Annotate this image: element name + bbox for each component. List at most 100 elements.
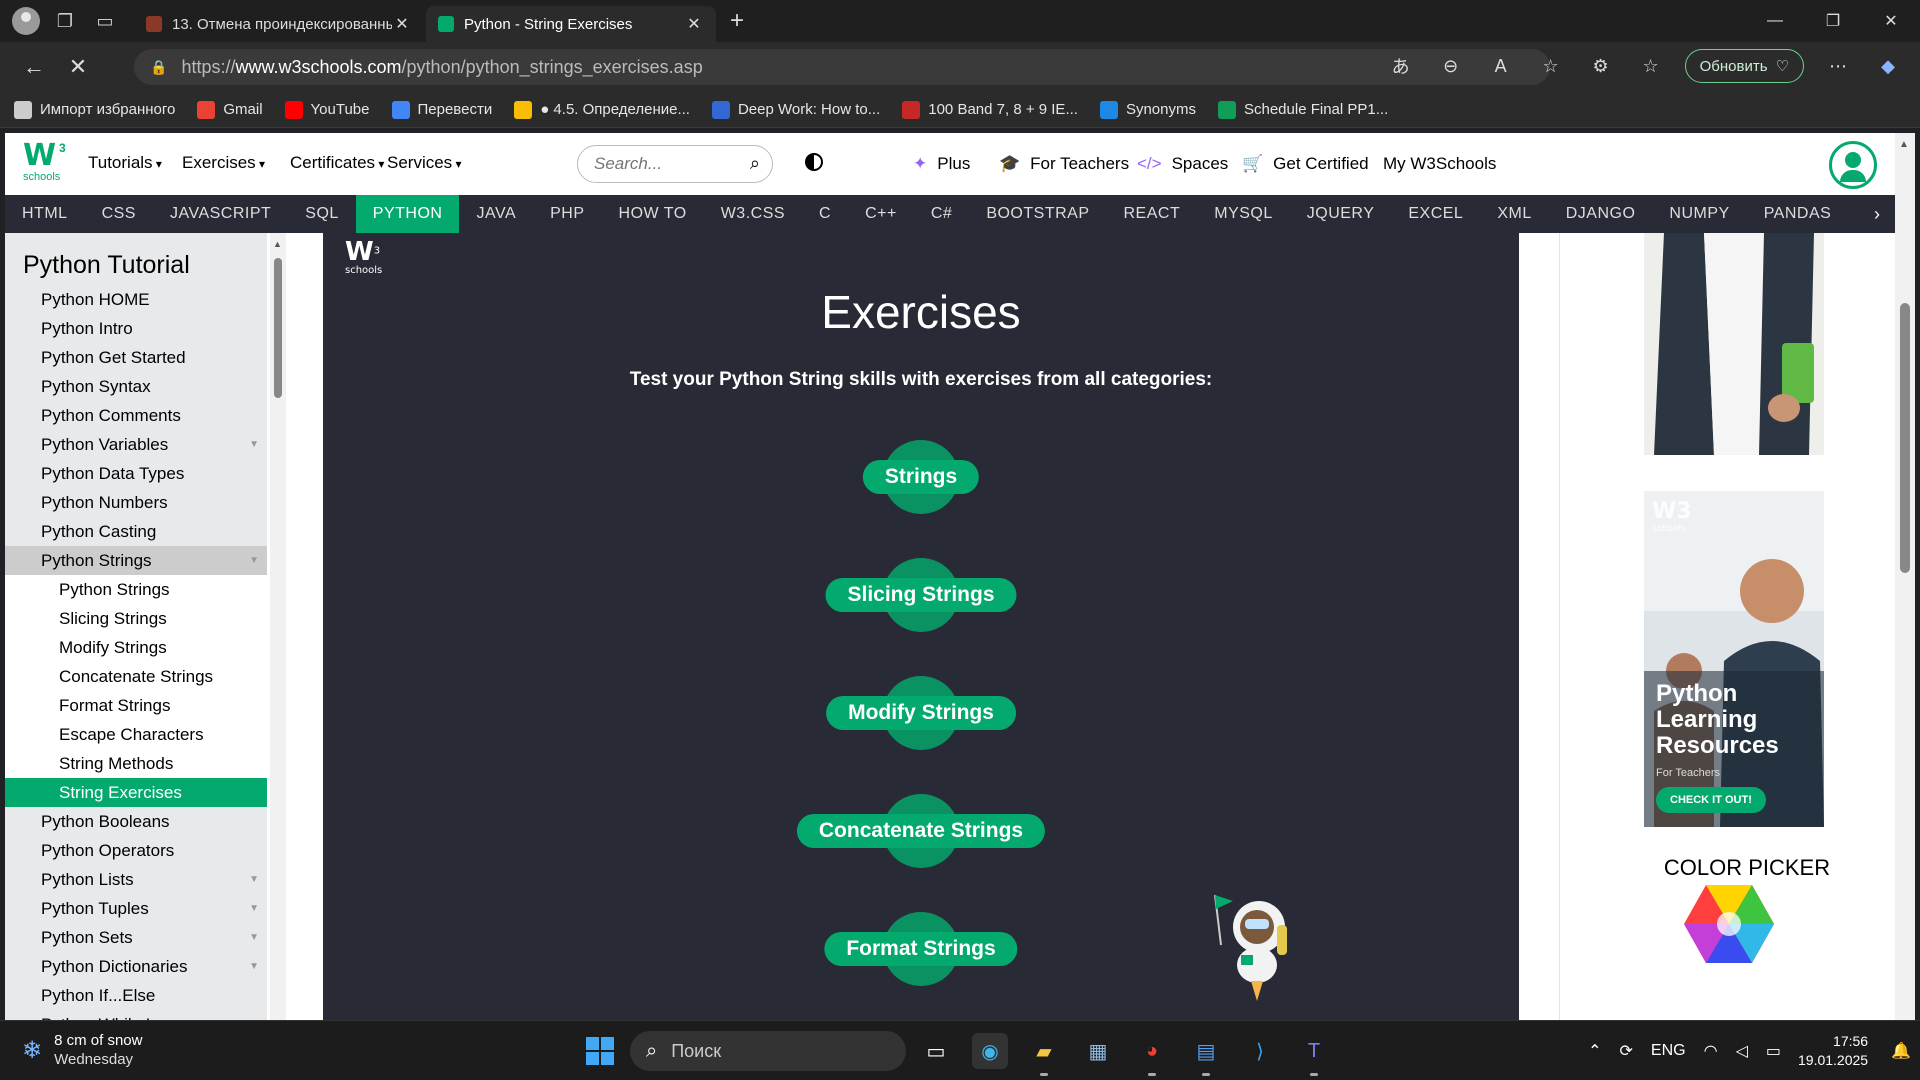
- tab-inactive[interactable]: 13. Отмена проиндексированных ✕: [134, 6, 424, 42]
- lang-tab-w3-css[interactable]: W3.CSS: [704, 195, 802, 233]
- lang-tab-jquery[interactable]: JQUERY: [1290, 195, 1392, 233]
- sidebar-item[interactable]: Python HOME: [5, 285, 267, 314]
- bookmark-item[interactable]: Deep Work: How to...: [711, 100, 880, 119]
- menu-tutorials[interactable]: Tutorials: [88, 153, 162, 173]
- exercise-category[interactable]: Strings: [323, 440, 1519, 514]
- volume-icon[interactable]: ◁: [1736, 1041, 1748, 1061]
- translate-icon[interactable]: あ: [1385, 50, 1417, 82]
- notification-bell-icon[interactable]: 🔔: [1891, 1041, 1911, 1061]
- sidebar-item[interactable]: Python Tuples ▼: [5, 894, 267, 923]
- sidebar-item[interactable]: String Exercises: [5, 778, 267, 807]
- teams-icon[interactable]: T: [1296, 1033, 1332, 1076]
- caret-down-icon[interactable]: ▼: [249, 865, 259, 894]
- sidebar-item[interactable]: Python Variables ▼: [5, 430, 267, 459]
- url-field[interactable]: 🔒 https://www.w3schools.com/python/pytho…: [134, 49, 1550, 85]
- more-menu-icon[interactable]: ⋯: [1822, 50, 1854, 82]
- chrome-icon[interactable]: ◕: [1134, 1033, 1170, 1076]
- zoom-out-icon[interactable]: ⊖: [1435, 50, 1467, 82]
- lock-icon[interactable]: 🔒: [150, 59, 167, 76]
- color-picker-title[interactable]: COLOR PICKER: [1559, 855, 1895, 881]
- lang-tab-how-to[interactable]: HOW TO: [602, 195, 704, 233]
- taskbar-search[interactable]: ⌕ Поиск: [630, 1031, 906, 1071]
- sidebar-item[interactable]: Python Get Started: [5, 343, 267, 372]
- sync-icon[interactable]: ⟳: [1620, 1041, 1633, 1061]
- search-icon[interactable]: ⌕: [750, 153, 760, 174]
- notepad-icon[interactable]: ▤: [1188, 1033, 1224, 1076]
- profile-icon[interactable]: [12, 7, 40, 35]
- user-avatar-icon[interactable]: [1829, 141, 1877, 189]
- sidebar-item[interactable]: Escape Characters: [5, 720, 267, 749]
- chevron-up-icon[interactable]: ⌃: [1588, 1041, 1601, 1061]
- bookmark-item[interactable]: Schedule Final PP1...: [1217, 100, 1388, 119]
- sidebar-item[interactable]: Python Dictionaries ▼: [5, 952, 267, 981]
- wifi-icon[interactable]: ◠: [1704, 1041, 1718, 1061]
- photos-app-icon[interactable]: ▦: [1080, 1033, 1116, 1069]
- stop-loading-icon[interactable]: ✕: [58, 47, 98, 87]
- menu-exercises[interactable]: Exercises: [182, 153, 265, 173]
- sidebar-item[interactable]: Python If...Else: [5, 981, 267, 1010]
- lang-tab-bootstrap[interactable]: BOOTSTRAP: [969, 195, 1106, 233]
- caret-down-icon[interactable]: ▼: [249, 430, 259, 459]
- read-aloud-icon[interactable]: A: [1485, 50, 1517, 82]
- sidebar-item[interactable]: Python Operators: [5, 836, 267, 865]
- sidebar-item[interactable]: Python Casting: [5, 517, 267, 546]
- sidebar-item[interactable]: Python Numbers: [5, 488, 267, 517]
- menu-get-certified[interactable]: 🛒 Get Certified: [1242, 154, 1369, 174]
- w3schools-logo[interactable]: W3 schools: [23, 141, 71, 187]
- sidebar-item[interactable]: Python Syntax: [5, 372, 267, 401]
- sidebar-item[interactable]: Python Strings: [5, 575, 267, 604]
- page-scroll-thumb[interactable]: [1900, 303, 1910, 573]
- vscode-icon[interactable]: ⟩: [1242, 1033, 1278, 1069]
- back-arrow-icon[interactable]: ←: [14, 47, 54, 87]
- close-window-icon[interactable]: ✕: [1862, 0, 1920, 42]
- bookmark-item[interactable]: Synonyms: [1099, 100, 1196, 119]
- workspaces-icon[interactable]: ❐: [50, 6, 80, 36]
- lang-tab-xml[interactable]: XML: [1480, 195, 1548, 233]
- lang-tab-react[interactable]: REACT: [1107, 195, 1198, 233]
- lang-tab-html[interactable]: HTML: [5, 195, 85, 233]
- category-button[interactable]: Modify Strings: [826, 696, 1016, 730]
- exercise-category[interactable]: Format Strings: [323, 912, 1519, 986]
- update-button[interactable]: Обновить ♡: [1684, 49, 1804, 83]
- bookmark-item[interactable]: 100 Band 7, 8 + 9 IE...: [902, 100, 1078, 119]
- sidebar-item[interactable]: String Methods: [5, 749, 267, 778]
- scroll-up-icon[interactable]: ▲: [273, 239, 282, 249]
- lang-tab-numpy[interactable]: NUMPY: [1652, 195, 1746, 233]
- tab-actions-icon[interactable]: ▭: [90, 6, 120, 36]
- sidebar-item[interactable]: Python Intro: [5, 314, 267, 343]
- bookmark-item[interactable]: YouTube: [284, 100, 370, 119]
- sidebar-item[interactable]: Format Strings: [5, 691, 267, 720]
- lang-tab-excel[interactable]: EXCEL: [1391, 195, 1480, 233]
- copilot-icon[interactable]: ◆: [1872, 50, 1904, 82]
- bookmark-item[interactable]: Перевести: [391, 100, 492, 119]
- sidebar-item[interactable]: Python While Loops: [5, 1010, 267, 1020]
- sidebar-item[interactable]: Modify Strings: [5, 633, 267, 662]
- task-view-icon[interactable]: ▭: [918, 1033, 954, 1069]
- lang-tab-php[interactable]: PHP: [533, 195, 601, 233]
- category-button[interactable]: Concatenate Strings: [796, 814, 1046, 848]
- sidebar-scroll-thumb[interactable]: [274, 258, 282, 398]
- search-box[interactable]: ⌕: [577, 145, 773, 183]
- lang-tab-javascript[interactable]: JAVASCRIPT: [153, 195, 288, 233]
- dark-mode-toggle-icon[interactable]: [805, 153, 823, 171]
- color-picker-hexagon-icon[interactable]: [1684, 885, 1774, 963]
- category-button[interactable]: Strings: [862, 460, 980, 494]
- chevron-right-icon[interactable]: ›: [1859, 195, 1895, 233]
- lang-tab-django[interactable]: DJANGO: [1549, 195, 1653, 233]
- lang-tab-java[interactable]: JAVA: [459, 195, 533, 233]
- sidebar-item[interactable]: Python Strings ▼: [5, 546, 267, 575]
- ad-banner-teachers[interactable]: W3 schools Python Learning Resources For …: [1644, 491, 1824, 827]
- favorites-icon[interactable]: ☆: [1635, 50, 1667, 82]
- menu-certificates[interactable]: Certificates: [290, 153, 384, 173]
- category-button[interactable]: Format Strings: [824, 932, 1018, 966]
- language-indicator[interactable]: ENG: [1651, 1042, 1686, 1060]
- menu-plus[interactable]: ✦ Plus: [913, 154, 970, 174]
- lang-tab-c[interactable]: C: [802, 195, 848, 233]
- page-scrollbar[interactable]: ▲: [1895, 133, 1915, 1020]
- scroll-up-icon[interactable]: ▲: [1899, 139, 1909, 150]
- search-input[interactable]: [594, 154, 734, 174]
- sidebar-item[interactable]: Python Sets ▼: [5, 923, 267, 952]
- tab-active[interactable]: Python - String Exercises ✕: [426, 6, 716, 42]
- menu-my-w3schools[interactable]: My W3Schools: [1383, 154, 1496, 174]
- sidebar-item[interactable]: Python Comments: [5, 401, 267, 430]
